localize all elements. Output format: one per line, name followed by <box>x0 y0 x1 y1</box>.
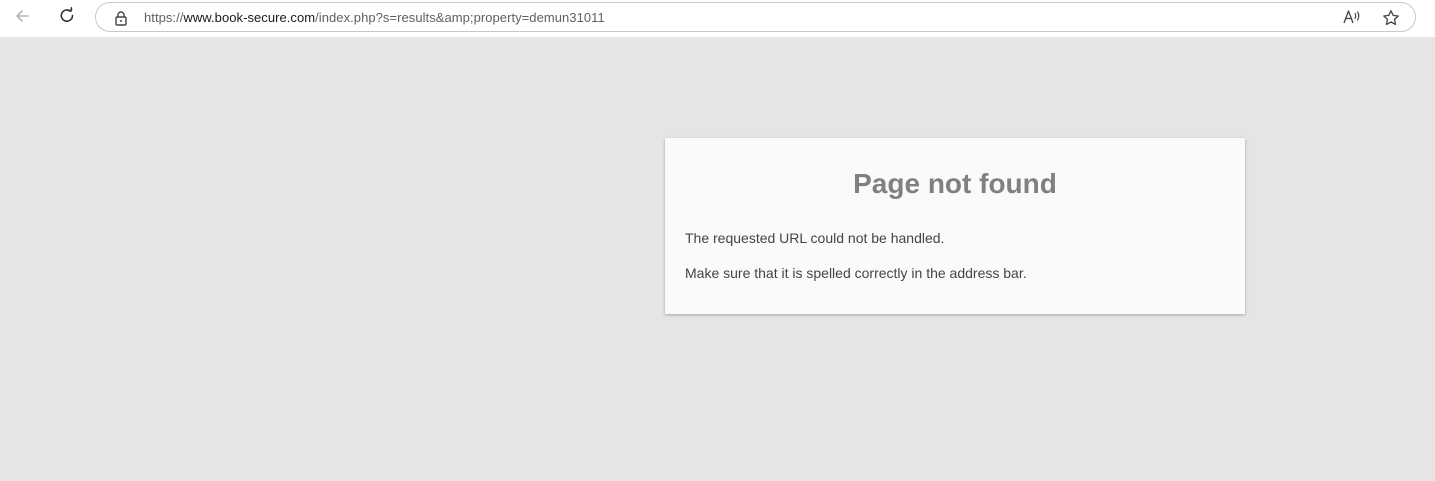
reload-button[interactable] <box>53 4 81 32</box>
url-prefix: https:// <box>144 10 184 25</box>
arrow-left-icon <box>13 7 31 30</box>
error-card: Page not found The requested URL could n… <box>665 138 1245 314</box>
read-aloud-icon[interactable] <box>1343 9 1361 25</box>
page-title: Page not found <box>853 168 1057 199</box>
reload-icon <box>58 6 76 30</box>
url-text[interactable]: https://www.book-secure.com/index.php?s=… <box>144 10 605 25</box>
error-hint: Make sure that it is spelled correctly i… <box>685 265 1027 281</box>
error-message: The requested URL could not be handled. <box>685 230 945 246</box>
url-path: /index.php?s=results&amp;property=demun3… <box>315 10 605 25</box>
star-icon[interactable] <box>1382 9 1400 27</box>
address-bar[interactable]: https://www.book-secure.com/index.php?s=… <box>95 2 1416 32</box>
browser-toolbar: https://www.book-secure.com/index.php?s=… <box>0 0 1435 37</box>
url-host: www.book-secure.com <box>183 10 316 25</box>
lock-icon[interactable] <box>114 10 128 26</box>
back-button[interactable] <box>8 4 36 32</box>
